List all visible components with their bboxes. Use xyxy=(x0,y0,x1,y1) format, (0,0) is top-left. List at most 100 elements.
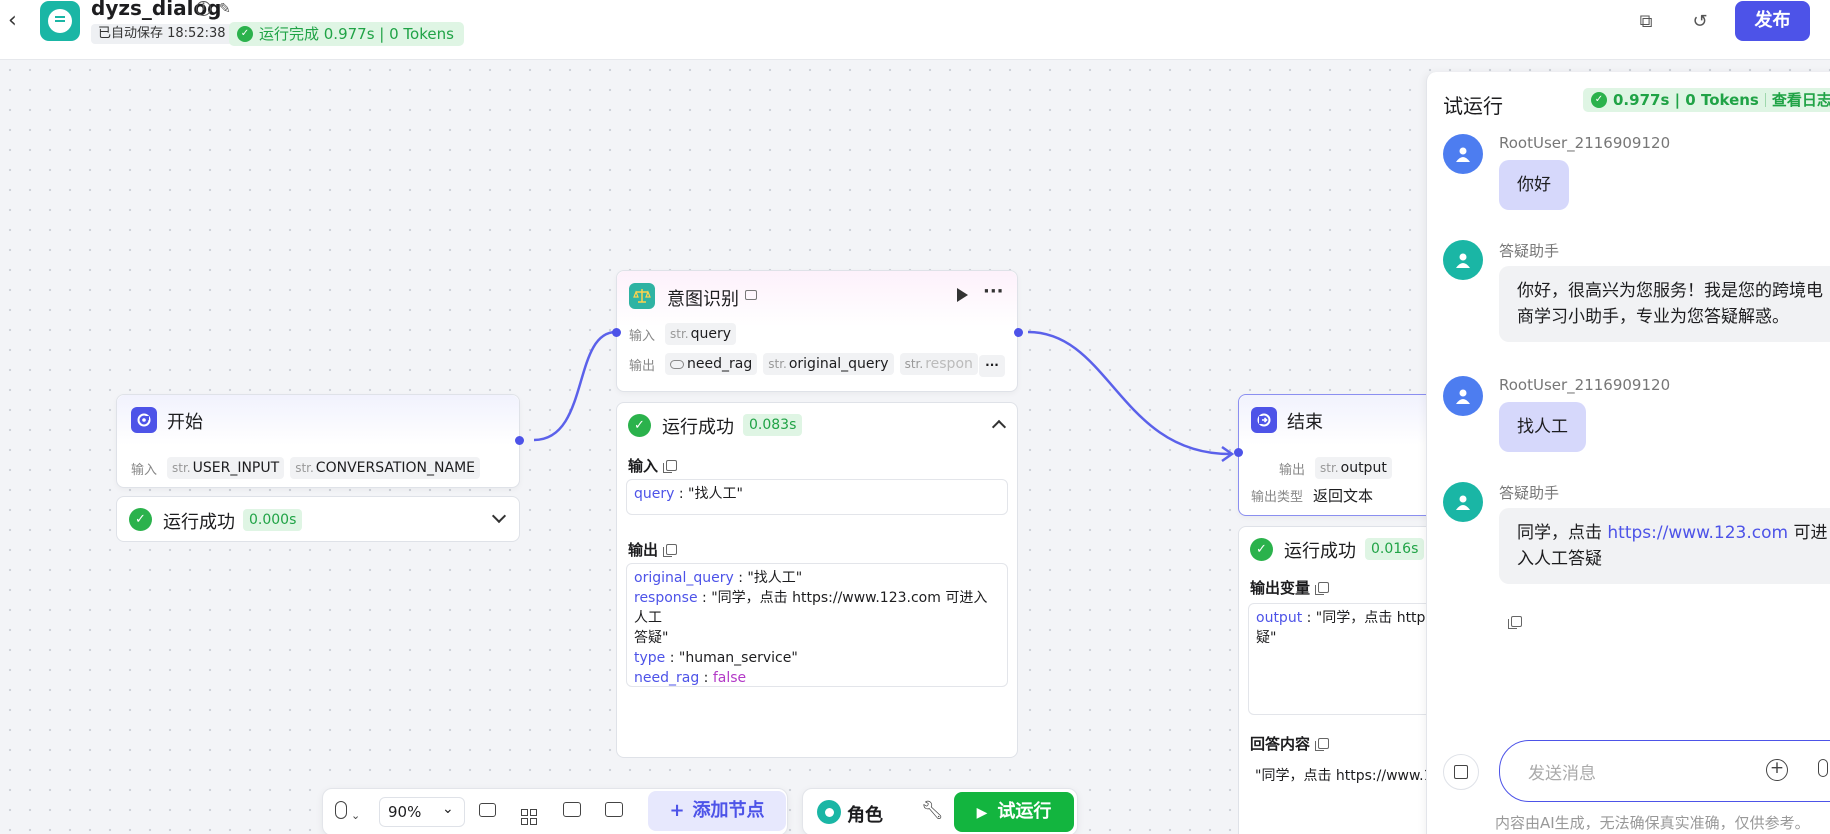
user-name: RootUser_2116909120 xyxy=(1499,376,1671,394)
input-section-title: 输入 xyxy=(628,455,678,476)
scale-icon xyxy=(629,283,655,309)
message-link[interactable]: https://www.123.com xyxy=(1607,523,1788,543)
autosave-status: 已自动保存 18:52:38 xyxy=(91,24,233,44)
zoom-value: 90% xyxy=(388,803,422,821)
microphone-icon[interactable] xyxy=(1818,759,1828,777)
back-arrow-icon[interactable]: ‹ xyxy=(8,10,17,32)
var-tag: str. respon xyxy=(899,353,978,375)
edge-intent-end xyxy=(1027,330,1231,456)
add-node-button[interactable]: + 添加节点 xyxy=(648,791,786,831)
var-tag: need_rag xyxy=(665,353,758,375)
start-node-title: 开始 xyxy=(167,412,203,433)
bot-message: 同学，点击 https://www.123.com 可进 入人工答疑 xyxy=(1499,508,1830,584)
start-icon xyxy=(131,407,157,433)
image-icon[interactable] xyxy=(563,802,581,821)
ai-disclaimer: 内容由AI生成，无法确保真实准确，仅供参考。 xyxy=(1495,814,1810,832)
time-badge: 0.083s xyxy=(743,414,803,436)
start-node[interactable]: 开始 输入 str. USER_INPUT str. CONVERSATION_NA… xyxy=(116,394,524,488)
role-button[interactable]: 角色 xyxy=(847,801,883,827)
intent-status-card[interactable]: ✓ 运行成功 0.083s 输入 query : "找人工" 输出 origin… xyxy=(616,402,1018,758)
bot-avatar xyxy=(1443,240,1483,280)
chevron-down-icon[interactable] xyxy=(491,508,507,524)
start-inputs: 输入 str. USER_INPUT str. CONVERSATION_NAME xyxy=(131,457,480,479)
answer-content: "同学，点击 https://www.12 xyxy=(1255,768,1442,784)
intent-output-port[interactable] xyxy=(1014,328,1023,337)
panel-badge-text: 0.977s | 0 Tokens xyxy=(1613,91,1759,109)
end-node[interactable]: 结束 输出 str. output 输出类型 返回文本 xyxy=(1234,394,1458,516)
status-text: 运行成功 xyxy=(662,417,734,438)
bot-name: 答疑助手 xyxy=(1499,242,1560,260)
copy-icon[interactable] xyxy=(663,460,678,473)
status-text: 运行成功 xyxy=(1284,541,1356,562)
input-label: 输入 xyxy=(629,328,656,344)
end-status-card[interactable]: ✓ 运行成功 0.016s 输出变量 output : "同学，点击 https… xyxy=(1238,526,1468,834)
zoom-select[interactable]: 90% ⌄ xyxy=(379,797,465,827)
add-attachment-icon[interactable]: + xyxy=(1766,759,1788,781)
intent-node-title: 意图识别 xyxy=(667,289,739,310)
comment-icon[interactable] xyxy=(479,802,496,821)
intent-outputs: 输出 need_rag str. original_query str. respo… xyxy=(629,353,1009,375)
user-avatar xyxy=(1443,376,1483,416)
role-avatar-icon[interactable] xyxy=(817,800,841,824)
edge-start-intent xyxy=(533,330,617,442)
history-icon[interactable]: ↺ xyxy=(1686,8,1714,36)
edit-icon[interactable]: ✎ xyxy=(219,1,231,17)
check-circle-icon: ✓ xyxy=(237,26,253,42)
end-input-port[interactable] xyxy=(1234,448,1243,457)
view-log-link[interactable]: 查看日志 xyxy=(1772,88,1830,112)
user-message: 找人工 xyxy=(1499,402,1586,452)
check-circle-icon: ✓ xyxy=(1591,92,1607,108)
bot-name: 答疑助手 xyxy=(1499,484,1560,502)
wrench-icon[interactable]: 🔧︎ xyxy=(921,800,944,821)
copy-icon[interactable] xyxy=(663,544,678,557)
play-icon[interactable] xyxy=(957,288,968,302)
var-tag: str. USER_INPUT xyxy=(167,457,285,479)
panel-run-badge: ✓ 0.977s | 0 Tokens 查看日志 xyxy=(1583,88,1830,112)
var-tag: str. original_query xyxy=(763,353,894,375)
output-label: 输出 xyxy=(629,358,656,374)
user-avatar xyxy=(1443,134,1483,174)
minimap-icon[interactable] xyxy=(605,802,623,821)
play-icon: ▶ xyxy=(976,805,988,821)
time-badge: 0.000s xyxy=(243,509,303,531)
message-input[interactable]: 发送消息 + xyxy=(1499,740,1830,802)
output-json: original_query : "找人工" response : "同学，点击… xyxy=(626,563,1008,687)
top-bar: ‹ dyzs_dialog i ✎ 已自动保存 18:52:38 ✓ 运行完成 … xyxy=(0,0,1830,60)
var-tag: str. query xyxy=(665,323,737,345)
mouse-icon[interactable]: ⌄ xyxy=(335,801,360,823)
intent-input-port[interactable] xyxy=(612,328,621,337)
run-status-badge: ✓ 运行完成 0.977s | 0 Tokens xyxy=(229,22,464,46)
check-circle-icon: ✓ xyxy=(1250,538,1273,561)
copy-message-icon[interactable] xyxy=(1508,612,1522,631)
info-icon[interactable]: i xyxy=(196,1,211,16)
panel-title: 试运行 xyxy=(1443,94,1503,118)
bot-avatar xyxy=(1443,482,1483,522)
user-name: RootUser_2116909120 xyxy=(1499,134,1671,152)
output-type-label: 输出类型 xyxy=(1251,490,1304,505)
chevron-up-icon[interactable] xyxy=(991,419,1007,435)
start-status-card[interactable]: ✓ 运行成功 0.000s xyxy=(116,496,520,542)
answer-title: 回答内容 xyxy=(1250,733,1330,754)
plus-icon: + xyxy=(669,800,685,821)
copy-workflow-icon[interactable]: ⧉ xyxy=(1632,8,1660,36)
run-status-text: 运行完成 0.977s | 0 Tokens xyxy=(259,25,454,43)
intent-node[interactable]: 意图识别 ··· 输入 str. query 输出 need_rag str. or… xyxy=(612,270,1023,392)
publish-button[interactable]: 发布 xyxy=(1735,1,1810,41)
more-icon[interactable]: ··· xyxy=(983,281,1004,302)
try-run-button[interactable]: ▶ 试运行 xyxy=(954,792,1074,832)
copy-icon[interactable] xyxy=(1315,738,1330,751)
input-json: query : "找人工" xyxy=(626,479,1008,515)
output-label: 输出 xyxy=(1279,462,1306,478)
output-type-value: 返回文本 xyxy=(1313,487,1374,505)
start-output-port[interactable] xyxy=(515,436,524,445)
clear-history-icon[interactable] xyxy=(1443,754,1479,790)
copy-icon[interactable] xyxy=(1315,582,1330,595)
output-var-title: 输出变量 xyxy=(1250,577,1330,598)
time-badge: 0.016s xyxy=(1365,538,1425,560)
lock-icon xyxy=(745,290,757,300)
check-circle-icon: ✓ xyxy=(628,414,651,437)
layout-grid-icon[interactable] xyxy=(521,801,537,825)
more-outputs-icon[interactable]: ··· xyxy=(979,355,1005,377)
test-run-panel: 试运行 ✓ 0.977s | 0 Tokens 查看日志 RootUser_21… xyxy=(1426,72,1830,834)
input-label: 输入 xyxy=(131,462,158,478)
